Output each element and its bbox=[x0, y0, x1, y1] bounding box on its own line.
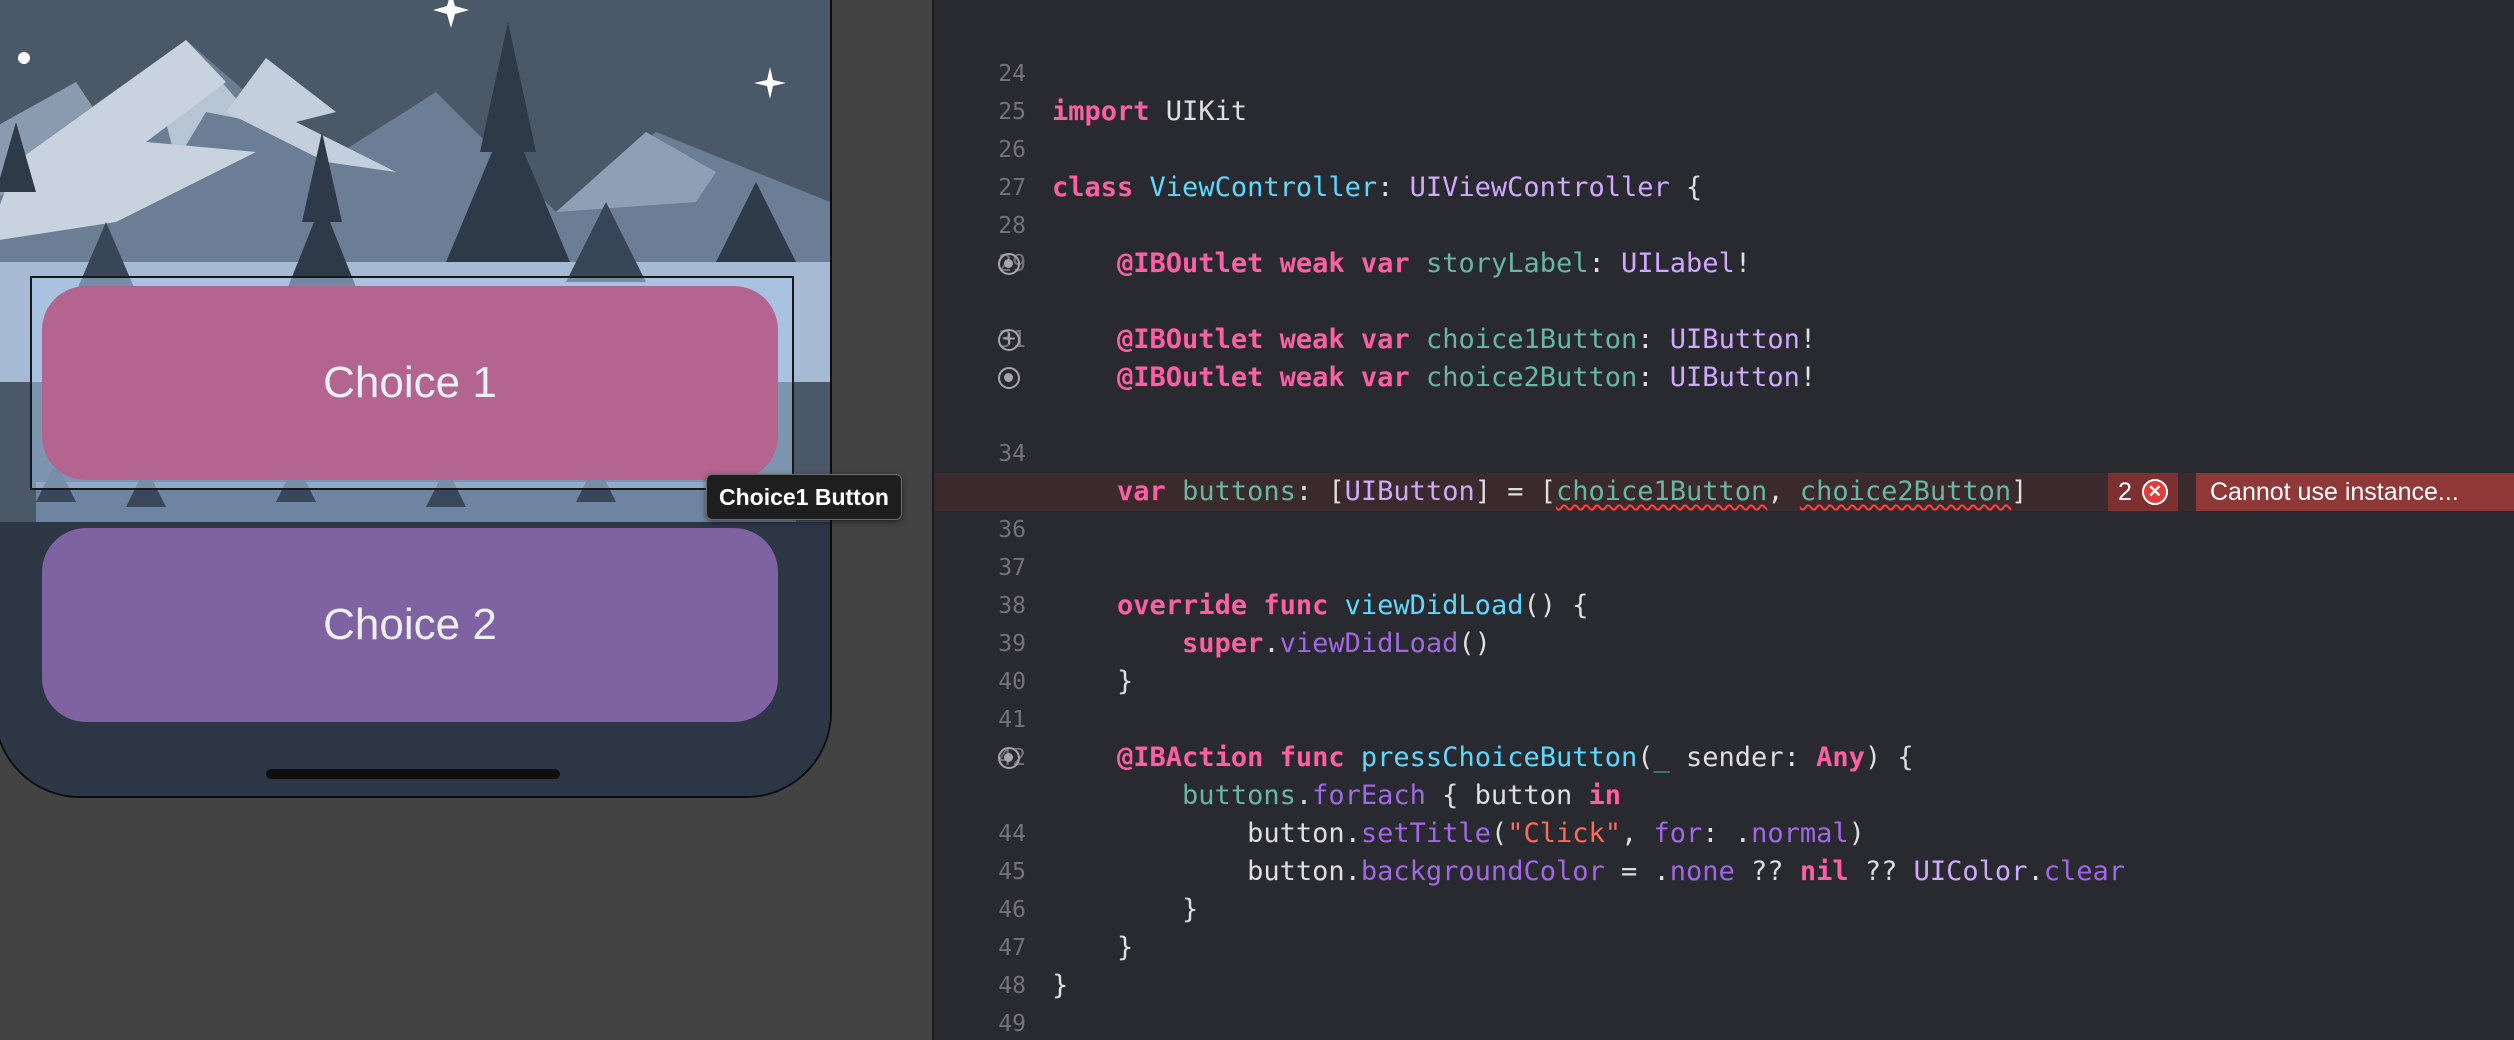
code-text: var buttons: [UIButton] = [choice1Button… bbox=[1117, 476, 2028, 507]
code-line[interactable]: @IBAction func pressChoiceButton(_ sende… bbox=[934, 739, 2514, 777]
code-line[interactable]: 25 bbox=[934, 55, 2514, 125]
outlet-add-icon[interactable]: + bbox=[998, 329, 1020, 351]
code-line[interactable]: 50 bbox=[934, 1005, 2514, 1040]
choice1-button[interactable]: Choice 1 bbox=[42, 286, 778, 480]
action-connection-icon[interactable] bbox=[998, 747, 1020, 769]
code-line[interactable]: 45 button.setTitle("Click", for: .normal… bbox=[934, 815, 2514, 885]
code-text: @IBAction func pressChoiceButton(_ sende… bbox=[1117, 742, 1914, 773]
code-line[interactable]: 35 bbox=[934, 435, 2514, 505]
code-line[interactable]: 27 bbox=[934, 131, 2514, 201]
code-line[interactable]: 24 bbox=[934, 17, 2514, 87]
code-text: buttons.forEach { button in bbox=[1182, 780, 1621, 811]
outlet-connection-icon[interactable] bbox=[998, 367, 1020, 389]
code-text: @IBOutlet weak var choice2Button: UIButt… bbox=[1117, 362, 1817, 393]
code-line[interactable]: 29 bbox=[934, 207, 2514, 277]
code-line[interactable]: 40 super.viewDidLoad() bbox=[934, 625, 2514, 695]
code-text: } bbox=[1182, 894, 1199, 925]
iphone-device-frame: Choice 1 Choice 2 bbox=[0, 0, 832, 798]
element-tooltip: Choice1 Button bbox=[706, 474, 902, 520]
code-text: override func viewDidLoad() { bbox=[1117, 590, 1589, 621]
outlet-connection-icon[interactable] bbox=[998, 253, 1020, 275]
error-icon: ✕ bbox=[2141, 479, 2168, 505]
code-line[interactable]: 44 buttons.forEach { button in bbox=[934, 777, 2514, 847]
code-line[interactable]: 42 bbox=[934, 701, 2514, 771]
code-line[interactable]: 41 } bbox=[934, 663, 2514, 733]
code-editor[interactable]: 24 25 26 import UIKit 27 28 class ViewCo… bbox=[932, 0, 2514, 1040]
code-line[interactable]: 38 bbox=[934, 549, 2514, 619]
code-line[interactable]: 46 button.backgroundColor = .none ?? nil… bbox=[934, 853, 2514, 923]
interface-builder-canvas: Choice 1 Choice 2 Choice1 Button bbox=[0, 0, 932, 1040]
code-line[interactable]: 37 bbox=[934, 511, 2514, 581]
code-line[interactable]: 48 } bbox=[934, 929, 2514, 999]
code-line[interactable]: 34 bbox=[934, 397, 2514, 467]
error-message[interactable]: Cannot use instance... bbox=[2196, 473, 2514, 511]
home-indicator bbox=[266, 769, 560, 779]
code-text: @IBOutlet weak var choice1Button: UIButt… bbox=[1117, 324, 1817, 355]
code-line[interactable]: @IBOutlet weak var storyLabel: UILabel! bbox=[934, 245, 2514, 283]
code-line[interactable]: 39 override func viewDidLoad() { bbox=[934, 587, 2514, 657]
code-text: super.viewDidLoad() bbox=[1182, 628, 1491, 659]
code-text: button.backgroundColor = .none ?? nil ??… bbox=[1247, 856, 2125, 887]
code-text: } bbox=[1117, 666, 1134, 697]
choice2-button[interactable]: Choice 2 bbox=[42, 528, 778, 722]
code-line[interactable]: 47 } bbox=[934, 891, 2514, 961]
code-text: } bbox=[1117, 932, 1134, 963]
code-text: class ViewController: UIViewController { bbox=[1052, 172, 1703, 203]
code-line[interactable]: 26 import UIKit bbox=[934, 93, 2514, 163]
code-line-error[interactable]: 36 var buttons: [UIButton] = [choice1But… bbox=[934, 473, 2514, 543]
code-text: } bbox=[1052, 970, 1069, 1001]
error-count-badge[interactable]: 2 ✕ bbox=[2108, 473, 2178, 511]
code-line[interactable]: 31 bbox=[934, 283, 2514, 353]
code-text: button.setTitle("Click", for: .normal) bbox=[1247, 818, 1865, 849]
code-text: @IBOutlet weak var storyLabel: UILabel! bbox=[1117, 248, 1752, 279]
code-line[interactable]: @IBOutlet weak var choice2Button: UIButt… bbox=[934, 359, 2514, 397]
error-count: 2 bbox=[2118, 478, 2132, 506]
code-line[interactable]: 49 } bbox=[934, 967, 2514, 1037]
code-line[interactable]: 28 class ViewController: UIViewControlle… bbox=[934, 169, 2514, 239]
code-text: import UIKit bbox=[1052, 96, 1248, 127]
code-line[interactable]: + @IBOutlet weak var choice1Button: UIBu… bbox=[934, 321, 2514, 359]
